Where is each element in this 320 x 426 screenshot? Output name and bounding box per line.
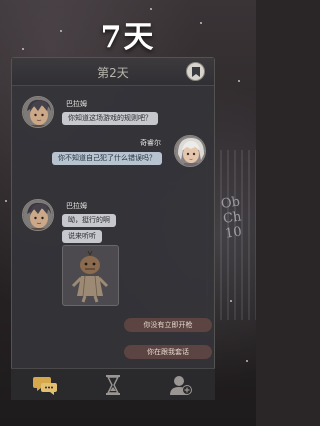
nav-chat[interactable] xyxy=(11,369,79,401)
qiruier-portrait-icon xyxy=(175,136,205,166)
game-title: 7天 xyxy=(100,20,156,55)
chat-header: 第2天 xyxy=(12,58,214,86)
message-bubble: 呦，挺行的啊 xyxy=(62,214,116,227)
chat-panel: 第2天 巴拉姆 你知道这场游戏的规则吧？ 奇睿尔 你不知道自己犯了什么错误吗？ … xyxy=(11,57,215,395)
snowflake xyxy=(5,200,7,202)
message-bubble: 说来听听 xyxy=(62,230,102,243)
reply-option[interactable]: 你没有立即开枪 xyxy=(124,318,212,332)
balam-portrait-icon xyxy=(23,200,53,230)
sender-name: 巴拉姆 xyxy=(66,100,87,108)
bookmark-button[interactable] xyxy=(186,62,205,81)
chat-bubbles-icon xyxy=(33,377,57,395)
voodoo-doll-image xyxy=(71,250,109,303)
message-bubble: 你不知道自己犯了什么错误吗？ xyxy=(52,152,162,165)
snowflake xyxy=(150,8,152,10)
sender-name: 奇睿尔 xyxy=(140,139,161,147)
bookmark-icon xyxy=(192,67,200,77)
message-bubble: 你知道这场游戏的规则吧？ xyxy=(62,112,158,125)
bottom-nav xyxy=(11,368,215,400)
balam-portrait-icon xyxy=(23,97,53,127)
hourglass-icon xyxy=(106,375,120,395)
avatar-qiruier[interactable] xyxy=(174,135,206,167)
image-message[interactable] xyxy=(62,245,119,306)
avatar-balam[interactable] xyxy=(22,96,54,128)
avatar-balam[interactable] xyxy=(22,199,54,231)
nav-contacts[interactable] xyxy=(147,369,215,401)
snowflake xyxy=(238,80,240,82)
add-contact-icon xyxy=(170,376,192,395)
day-label: 第2天 xyxy=(97,66,129,80)
snowflake xyxy=(246,360,248,362)
snowflake xyxy=(230,300,232,302)
reply-option[interactable]: 你在跟我套话 xyxy=(124,345,212,359)
nav-time[interactable] xyxy=(79,369,147,401)
sender-name: 巴拉姆 xyxy=(66,202,87,210)
